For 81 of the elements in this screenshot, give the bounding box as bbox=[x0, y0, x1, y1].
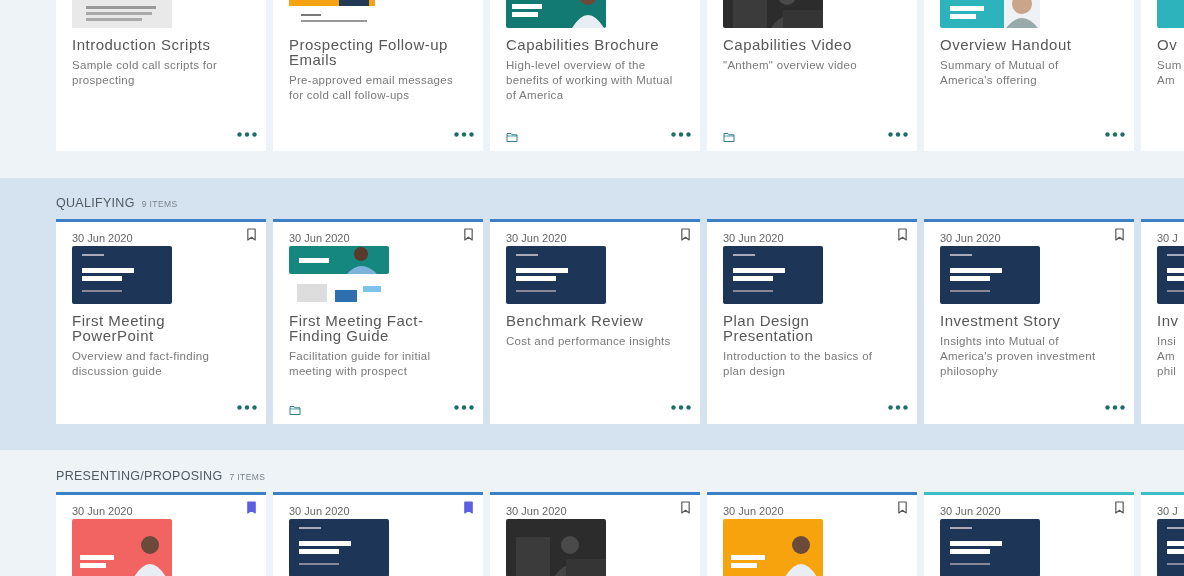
card[interactable]: Capabilities Video "Anthem" overview video bbox=[707, 0, 917, 151]
more-icon[interactable] bbox=[237, 132, 257, 137]
card-description: Cost and performance insights bbox=[506, 334, 672, 349]
card-description: Overview and fact-finding discussion guide bbox=[72, 349, 211, 379]
card[interactable]: Ov Sum Am bbox=[1141, 0, 1184, 151]
card-title: Investment Story bbox=[940, 313, 1062, 328]
bookmark-icon[interactable] bbox=[463, 228, 474, 241]
card-title: Benchmark Review bbox=[506, 313, 645, 328]
card[interactable]: Capabilities Brochure High-level overview of the benefits of working with Mutual of America bbox=[490, 0, 700, 151]
card[interactable]: 30 Jun 2020 bbox=[707, 492, 917, 576]
item-count: 7 ITEMS bbox=[229, 472, 266, 482]
card[interactable]: 30 Jun 2020 bbox=[273, 492, 483, 576]
date: 30 Jun 2020 bbox=[72, 232, 133, 244]
card-description: High-level overview of the benefits of working with Mutual of America bbox=[506, 58, 674, 103]
folder-icon[interactable] bbox=[289, 404, 301, 416]
card-title: Introduction Scripts bbox=[72, 37, 212, 52]
bookmark-icon[interactable] bbox=[463, 501, 474, 514]
bookmark-icon[interactable] bbox=[897, 501, 908, 514]
more-icon[interactable] bbox=[671, 132, 691, 137]
card-title: Plan Design Presentation bbox=[723, 313, 815, 343]
card-description: Pre-approved email messages for cold call follow-ups bbox=[289, 73, 455, 103]
more-icon[interactable] bbox=[671, 405, 691, 410]
bookmark-icon[interactable] bbox=[680, 501, 691, 514]
more-icon[interactable] bbox=[1105, 405, 1125, 410]
card-title: Capabilities Brochure bbox=[506, 37, 661, 52]
card-description: Introduction to the basics of plan design bbox=[723, 349, 874, 379]
date: 30 Jun 2020 bbox=[506, 505, 567, 517]
section-title: QUALIFYING bbox=[56, 196, 135, 210]
folder-icon[interactable] bbox=[723, 131, 735, 143]
date: 30 Jun 2020 bbox=[723, 232, 784, 244]
date: 30 Jun 2020 bbox=[289, 505, 350, 517]
bookmark-icon[interactable] bbox=[1114, 501, 1125, 514]
bookmark-icon[interactable] bbox=[1114, 228, 1125, 241]
card-description: Sum Am bbox=[1157, 58, 1183, 88]
date: 30 Jun 2020 bbox=[506, 232, 567, 244]
card-title: Overview Handout bbox=[940, 37, 1073, 52]
bookmark-icon[interactable] bbox=[897, 228, 908, 241]
card-description: Sample cold call scripts for prospecting bbox=[72, 58, 219, 88]
section-title: PRESENTING/PROPOSING bbox=[56, 469, 223, 483]
date: 30 Jun 2020 bbox=[940, 505, 1001, 517]
card[interactable]: 30 Jun 2020 First Meeting PowerPoint Overview and fact-finding discussion guide bbox=[56, 219, 266, 424]
card-description: Facilitation guide for initial meeting with prospect bbox=[289, 349, 432, 379]
card[interactable]: Overview Handout Summary of Mutual of America's offering bbox=[924, 0, 1134, 151]
card-title: First Meeting Fact-Finding Guide bbox=[289, 313, 425, 343]
card[interactable]: 30 Jun 2020 First Meeting Fact-Finding Guide Facilitation guide for initial meeting with prospect bbox=[273, 219, 483, 424]
card[interactable]: Prospecting Follow-up Emails Pre-approved email messages for cold call follow-ups bbox=[273, 0, 483, 151]
folder-icon[interactable] bbox=[506, 131, 518, 143]
card[interactable]: 30 J Inv Insi Am phil bbox=[1141, 219, 1184, 424]
bookmark-icon[interactable] bbox=[246, 228, 257, 241]
more-icon[interactable] bbox=[888, 405, 908, 410]
card-title: Ov bbox=[1157, 37, 1179, 52]
more-icon[interactable] bbox=[237, 405, 257, 410]
card[interactable]: 30 Jun 2020 bbox=[490, 492, 700, 576]
date: 30 Jun 2020 bbox=[940, 232, 1001, 244]
card-title: First Meeting PowerPoint bbox=[72, 313, 167, 343]
date: 30 Jun 2020 bbox=[72, 505, 133, 517]
card[interactable]: 30 Jun 2020 Plan Design Presentation Introduction to the basics of plan design bbox=[707, 219, 917, 424]
card[interactable]: 30 J bbox=[1141, 492, 1184, 576]
card-description: Insi Am phil bbox=[1157, 334, 1178, 379]
more-icon[interactable] bbox=[454, 132, 474, 137]
card-description: Summary of Mutual of America's offering bbox=[940, 58, 1060, 88]
card[interactable]: 30 Jun 2020 bbox=[924, 492, 1134, 576]
card[interactable]: 30 Jun 2020 Investment Story Insights into Mutual of America's proven investment philosophy bbox=[924, 219, 1134, 424]
card-title: Inv bbox=[1157, 313, 1180, 328]
date: 30 Jun 2020 bbox=[289, 232, 350, 244]
card[interactable]: Introduction Scripts Sample cold call scripts for prospecting bbox=[56, 0, 266, 151]
more-icon[interactable] bbox=[888, 132, 908, 137]
date: 30 Jun 2020 bbox=[723, 505, 784, 517]
date: 30 J bbox=[1157, 232, 1178, 244]
item-count: 9 ITEMS bbox=[141, 199, 178, 209]
more-icon[interactable] bbox=[1105, 132, 1125, 137]
card-description: "Anthem" overview video bbox=[723, 58, 858, 73]
card-title: Capabilities Video bbox=[723, 37, 853, 52]
bookmark-icon[interactable] bbox=[246, 501, 257, 514]
card[interactable]: 30 Jun 2020 bbox=[56, 492, 266, 576]
card-title: Prospecting Follow-up Emails bbox=[289, 37, 449, 67]
bookmark-icon[interactable] bbox=[680, 228, 691, 241]
more-icon[interactable] bbox=[454, 405, 474, 410]
card-description: Insights into Mutual of America's proven investment philosophy bbox=[940, 334, 1097, 379]
date: 30 J bbox=[1157, 505, 1178, 517]
card[interactable]: 30 Jun 2020 Benchmark Review Cost and performance insights bbox=[490, 219, 700, 424]
